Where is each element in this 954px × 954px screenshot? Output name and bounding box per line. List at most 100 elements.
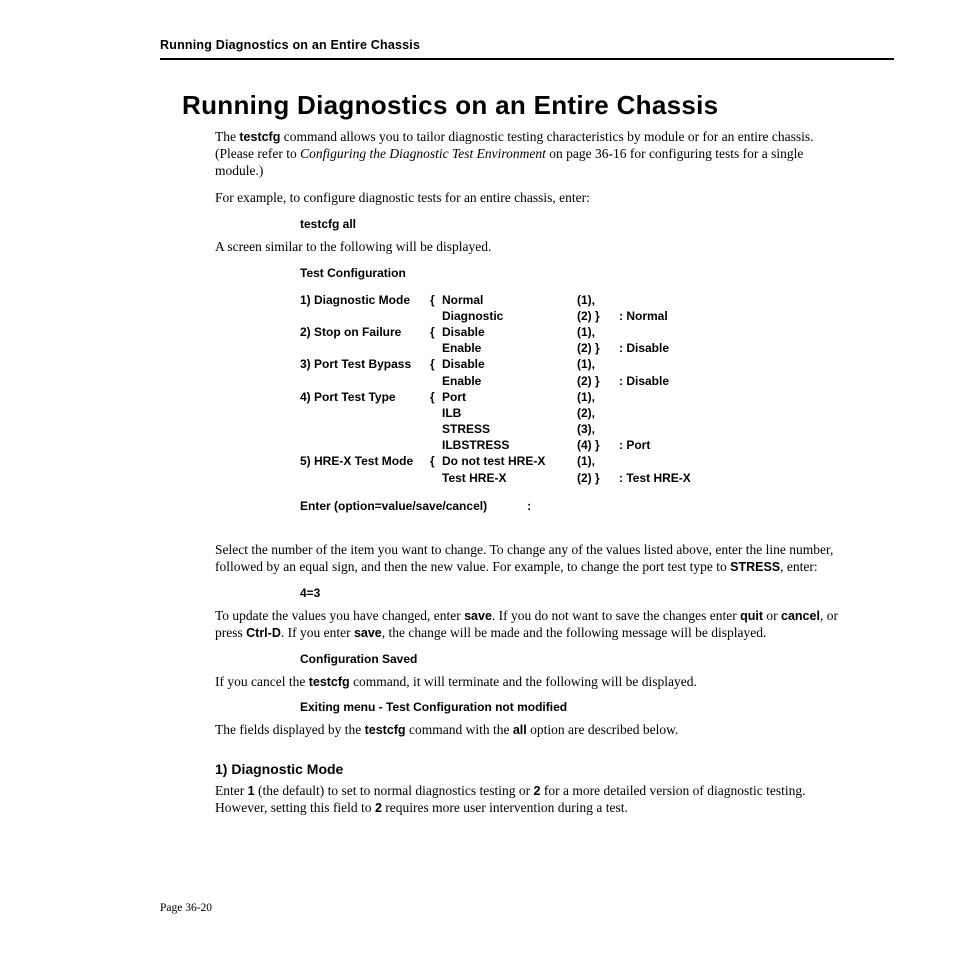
bold: 2 <box>375 801 382 815</box>
bold: 1 <box>248 784 255 798</box>
after-p2: To update the values you have changed, e… <box>215 608 854 642</box>
cfg-row: Test HRE-X (2) } : Test HRE-X <box>300 470 854 486</box>
text: . If you do not want to save the changes… <box>492 608 740 623</box>
running-head: Running Diagnostics on an Entire Chassis <box>160 38 894 58</box>
cfg-label: 3) Port Test Bypass <box>300 356 430 372</box>
bold: save <box>464 609 492 623</box>
cfg-brace: { <box>430 356 442 372</box>
bold: save <box>354 626 382 640</box>
text: (the default) to set to normal diagnosti… <box>255 783 534 798</box>
cfg-opt: Disable <box>442 356 577 372</box>
cfg-opt: Disable <box>442 324 577 340</box>
cfg-def: : Normal <box>619 308 668 324</box>
cfg-num: (1), <box>577 356 619 372</box>
cfg-row: Enable (2) } : Disable <box>300 373 854 389</box>
intro-p2: For example, to configure diagnostic tes… <box>215 190 854 207</box>
cfg-num: (2) } <box>577 340 619 356</box>
page-title: Running Diagnostics on an Entire Chassis <box>182 90 894 121</box>
cmd-4-3: 4=3 <box>300 586 854 600</box>
cfg-title: Test Configuration <box>300 265 854 281</box>
bold: STRESS <box>730 560 780 574</box>
bold: cancel <box>781 609 820 623</box>
body: The testcfg command allows you to tailor… <box>215 129 854 817</box>
cfg-row: ILB (2), <box>300 405 854 421</box>
bold: testcfg <box>365 723 406 737</box>
cfg-num: (1), <box>577 389 619 405</box>
subhead-diagnostic-mode: 1) Diagnostic Mode <box>215 761 854 777</box>
cfg-label: 2) Stop on Failure <box>300 324 430 340</box>
cfg-num: (2) } <box>577 470 619 486</box>
after-p4: The fields displayed by the testcfg comm… <box>215 722 854 739</box>
sub-p1: Enter 1 (the default) to set to normal d… <box>215 783 854 817</box>
cfg-row: 1) Diagnostic Mode { Normal (1), <box>300 292 854 308</box>
header: Running Diagnostics on an Entire Chassis <box>60 0 894 60</box>
cfg-label: 4) Port Test Type <box>300 389 430 405</box>
cfg-opt: Test HRE-X <box>442 470 577 486</box>
text: command, it will terminate and the follo… <box>350 674 697 689</box>
cfg-opt: Port <box>442 389 577 405</box>
cfg-prompt-colon: : <box>527 498 531 514</box>
cfg-num: (3), <box>577 421 619 437</box>
after-p1: Select the number of the item you want t… <box>215 542 854 576</box>
cfg-row: 4) Port Test Type { Port (1), <box>300 389 854 405</box>
text: , the change will be made and the follow… <box>382 625 767 640</box>
text: , enter: <box>780 559 817 574</box>
cfg-num: (2) } <box>577 308 619 324</box>
cfg-def: : Disable <box>619 373 669 389</box>
cfg-num: (1), <box>577 453 619 469</box>
cfg-opt: Do not test HRE-X <box>442 453 577 469</box>
cfg-prompt-text: Enter (option=value/save/cancel) <box>300 499 487 513</box>
text: . If you enter <box>281 625 354 640</box>
text: command with the <box>406 722 513 737</box>
header-rule <box>160 58 894 60</box>
cfg-row: Enable (2) } : Disable <box>300 340 854 356</box>
cfg-brace: { <box>430 324 442 340</box>
cfg-num: (2), <box>577 405 619 421</box>
cfg-opt: Enable <box>442 340 577 356</box>
page: Running Diagnostics on an Entire Chassis… <box>0 0 954 954</box>
page-number: Page 36-20 <box>160 902 212 914</box>
cfg-row: 3) Port Test Bypass { Disable (1), <box>300 356 854 372</box>
cfg-row: 2) Stop on Failure { Disable (1), <box>300 324 854 340</box>
cfg-opt: Enable <box>442 373 577 389</box>
cfg-opt: Normal <box>442 292 577 308</box>
test-configuration-block: Test Configuration 1) Diagnostic Mode { … <box>300 265 854 514</box>
cfg-opt: Diagnostic <box>442 308 577 324</box>
cfg-def: : Test HRE-X <box>619 470 691 486</box>
cfg-row: ILBSTRESS (4) } : Port <box>300 437 854 453</box>
cfg-def: : Port <box>619 437 650 453</box>
intro-p1: The testcfg command allows you to tailor… <box>215 129 854 180</box>
text: requires more user intervention during a… <box>382 800 628 815</box>
cfg-brace: { <box>430 389 442 405</box>
bold: quit <box>740 609 763 623</box>
cfg-opt: ILB <box>442 405 577 421</box>
cfg-row: STRESS (3), <box>300 421 854 437</box>
intro-p3: A screen similar to the following will b… <box>215 239 854 256</box>
cmd-testcfg-all: testcfg all <box>300 217 854 231</box>
text: If you cancel the <box>215 674 309 689</box>
msg-configuration-saved: Configuration Saved <box>300 652 854 666</box>
text: The fields displayed by the <box>215 722 365 737</box>
cfg-label: 5) HRE-X Test Mode <box>300 453 430 469</box>
cfg-label: 1) Diagnostic Mode <box>300 292 430 308</box>
cfg-opt: STRESS <box>442 421 577 437</box>
cfg-row: Diagnostic (2) } : Normal <box>300 308 854 324</box>
cfg-num: (1), <box>577 292 619 308</box>
text: or <box>763 608 781 623</box>
cfg-num: (4) } <box>577 437 619 453</box>
ref-title: Configuring the Diagnostic Test Environm… <box>300 146 546 161</box>
bold: Ctrl-D <box>246 626 281 640</box>
cfg-brace: { <box>430 453 442 469</box>
bold: all <box>513 723 527 737</box>
cfg-num: (1), <box>577 324 619 340</box>
cmd-testcfg: testcfg <box>239 130 280 144</box>
cfg-row: 5) HRE-X Test Mode { Do not test HRE-X (… <box>300 453 854 469</box>
after-p3: If you cancel the testcfg command, it wi… <box>215 674 854 691</box>
cfg-def: : Disable <box>619 340 669 356</box>
text: The <box>215 129 239 144</box>
bold: testcfg <box>309 675 350 689</box>
cfg-num: (2) } <box>577 373 619 389</box>
text: Enter <box>215 783 248 798</box>
cfg-opt: ILBSTRESS <box>442 437 577 453</box>
msg-exiting-menu: Exiting menu - Test Configuration not mo… <box>300 700 854 714</box>
